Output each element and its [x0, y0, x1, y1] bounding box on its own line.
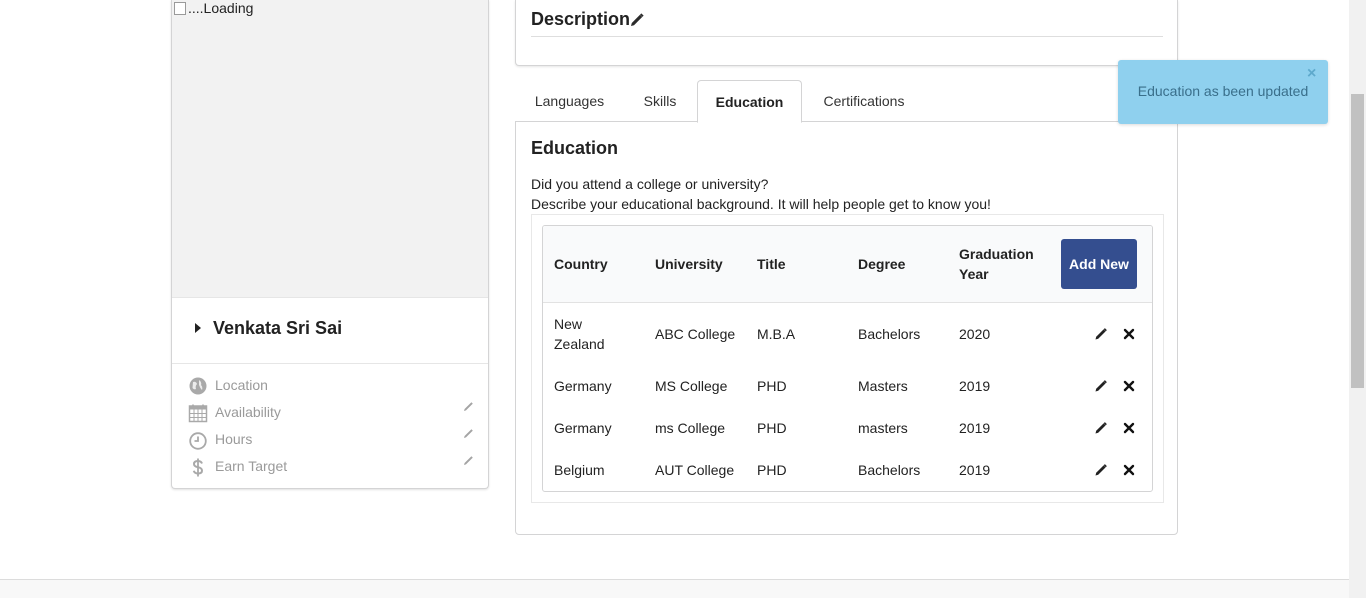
profile-photo: ....Loading: [172, 0, 488, 298]
description-title: Description: [531, 9, 631, 29]
pencil-icon[interactable]: [1094, 379, 1108, 393]
pencil-icon[interactable]: [1094, 463, 1108, 477]
close-icon[interactable]: [1123, 422, 1135, 434]
scrollbar-thumb[interactable]: [1351, 94, 1364, 388]
column-header-country: Country: [554, 256, 608, 272]
meta-earn-target: Earn Target: [188, 455, 478, 477]
profile-name: Venkata Sri Sai: [213, 318, 343, 338]
education-panel: Education Did you attend a college or un…: [515, 121, 1178, 535]
cell-university: MS College: [655, 378, 728, 394]
table-row: New Zealand ABC College M.B.A Bachelors …: [543, 314, 1152, 356]
education-title: Education: [531, 138, 619, 158]
cell-title: PHD: [757, 462, 787, 478]
clock-icon: [189, 432, 207, 450]
toast-message: Education as been updated: [1137, 83, 1309, 99]
divider: [531, 36, 1163, 37]
close-icon[interactable]: [1123, 380, 1135, 392]
calendar-icon: [188, 404, 208, 423]
meta-availability: Availability: [188, 401, 478, 423]
cell-degree: Bachelors: [858, 326, 921, 342]
add-new-button[interactable]: Add New: [1061, 239, 1137, 289]
profile-card: ....Loading Venkata Sri Sai Location Ava…: [171, 0, 489, 489]
pencil-icon[interactable]: [1094, 421, 1108, 435]
broken-image-icon: [174, 2, 186, 15]
cell-country: Belgium: [554, 462, 605, 478]
meta-location: Location: [188, 374, 478, 396]
toast-notification: × Education as been updated: [1118, 60, 1328, 124]
meta-hours-label: Hours: [215, 431, 253, 447]
cell-degree: Masters: [858, 378, 908, 394]
cell-university: AUT College: [655, 462, 735, 478]
table-row: Germany MS College PHD Masters 2019: [543, 376, 1152, 396]
column-header-title: Title: [757, 256, 786, 272]
table-row: Germany ms College PHD masters 2019: [543, 418, 1152, 438]
meta-earn-target-label: Earn Target: [215, 458, 288, 474]
pencil-icon[interactable]: [462, 401, 474, 413]
column-header-university: University: [655, 256, 723, 272]
pencil-icon[interactable]: [629, 12, 645, 28]
cell-country: New Zealand: [554, 316, 605, 352]
table-header: Country University Title Degree Graduati…: [543, 226, 1152, 303]
pencil-icon[interactable]: [462, 455, 474, 467]
caret-right-icon[interactable]: [195, 323, 201, 333]
cell-title: PHD: [757, 378, 787, 394]
globe-icon: [189, 377, 207, 395]
tab-education[interactable]: Education: [697, 80, 802, 123]
cell-degree: masters: [858, 420, 908, 436]
profile-photo-alt: ....Loading: [174, 0, 253, 16]
cell-year: 2019: [959, 378, 991, 394]
meta-availability-label: Availability: [215, 404, 281, 420]
profile-name-row[interactable]: Venkata Sri Sai: [172, 299, 488, 364]
cell-title: M.B.A: [757, 326, 796, 342]
cell-university: ABC College: [655, 326, 736, 342]
tab-skills[interactable]: Skills: [622, 80, 698, 122]
column-header-degree: Degree: [858, 256, 906, 272]
education-subtitle: Describe your educational background. It…: [531, 196, 991, 212]
column-header-graduation-year: Graduation Year: [959, 246, 1034, 282]
education-table-wrapper: Country University Title Degree Graduati…: [531, 214, 1164, 503]
pencil-icon[interactable]: [462, 428, 474, 440]
cell-title: PHD: [757, 420, 787, 436]
toast-close-icon[interactable]: ×: [1307, 66, 1316, 82]
tab-languages[interactable]: Languages: [517, 80, 622, 122]
education-table: Country University Title Degree Graduati…: [542, 225, 1153, 492]
cell-year: 2020: [959, 326, 991, 342]
cell-country: Germany: [554, 420, 612, 436]
cell-degree: Bachelors: [858, 462, 921, 478]
meta-location-label: Location: [215, 377, 268, 393]
close-icon[interactable]: [1123, 328, 1135, 340]
description-card: Description: [515, 0, 1178, 66]
education-prompt: Did you attend a college or university?: [531, 176, 769, 192]
dollar-icon: [192, 458, 204, 477]
close-icon[interactable]: [1123, 464, 1135, 476]
page-footer: [0, 579, 1349, 598]
cell-year: 2019: [959, 462, 991, 478]
tab-certifications[interactable]: Certifications: [802, 80, 926, 122]
cell-year: 2019: [959, 420, 991, 436]
table-row: Belgium AUT College PHD Bachelors 2019: [543, 460, 1152, 480]
cell-university: ms College: [655, 420, 726, 436]
meta-hours: Hours: [188, 428, 478, 450]
cell-country: Germany: [554, 378, 612, 394]
pencil-icon[interactable]: [1094, 327, 1108, 341]
profile-photo-alt-text: ....Loading: [188, 0, 254, 16]
